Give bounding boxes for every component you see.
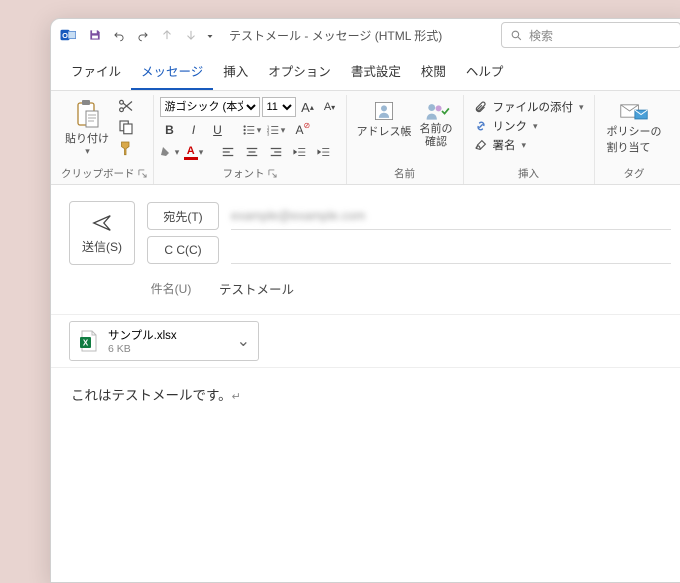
cc-button[interactable]: C C(C) (147, 236, 219, 264)
signature-icon (474, 138, 488, 152)
menu-format[interactable]: 書式設定 (341, 55, 411, 90)
italic-button[interactable]: I (184, 120, 204, 140)
decrease-indent-button[interactable] (290, 142, 310, 162)
search-input[interactable]: 検索 (501, 22, 680, 48)
copy-icon (117, 118, 135, 136)
highlight-icon (160, 145, 174, 159)
message-body[interactable]: これはテストメールです。↵ (51, 368, 680, 420)
assign-policy-button[interactable]: ポリシーの割り当て (601, 97, 668, 157)
dialog-launcher-icon[interactable] (138, 169, 147, 178)
dialog-launcher-icon[interactable] (268, 169, 277, 178)
paste-button[interactable]: 貼り付け ▾ (61, 97, 113, 159)
link-icon (474, 119, 488, 133)
ribbon: 貼り付け ▾ クリップボード 游ゴシック (本文のフ 11 A▴ A▾ (51, 91, 680, 185)
copy-button[interactable] (117, 118, 135, 136)
to-field[interactable]: example@example.com (231, 202, 671, 230)
ribbon-group-font: 游ゴシック (本文のフ 11 A▴ A▾ B I U ▾ 123▾ A⊘ ▾ A… (154, 95, 347, 184)
attach-file-button[interactable]: ファイルの添付▾ (474, 99, 584, 115)
menu-file[interactable]: ファイル (61, 55, 131, 90)
titlebar: O テストメール - メッセージ (HTML 形式) 検索 (51, 19, 680, 51)
menu-options[interactable]: オプション (258, 55, 341, 90)
shrink-font-button[interactable]: A▾ (320, 97, 340, 117)
check-names-icon (422, 99, 450, 123)
send-button[interactable]: 送信(S) (69, 201, 135, 265)
font-color-button[interactable]: A▾ (184, 142, 204, 162)
paintbrush-icon (117, 139, 135, 157)
attachments-area: X サンプル.xlsx 6 KB ⌄ (51, 314, 680, 368)
signature-button[interactable]: 署名▾ (474, 137, 584, 153)
clipboard-icon (74, 99, 100, 129)
qat-customize-button[interactable] (204, 24, 216, 46)
search-placeholder: 検索 (529, 27, 553, 44)
policy-icon (619, 99, 649, 123)
excel-file-icon: X (78, 329, 100, 353)
increase-indent-button[interactable] (314, 142, 334, 162)
subject-label: 件名(U) (135, 280, 207, 297)
menu-help[interactable]: ヘルプ (456, 55, 514, 90)
align-center-button[interactable] (242, 142, 262, 162)
paragraph-mark-icon: ↵ (232, 391, 241, 403)
cc-field[interactable] (231, 236, 671, 264)
ribbon-group-names: アドレス帳 名前の確認 名前 (347, 95, 464, 184)
align-left-button[interactable] (218, 142, 238, 162)
outlook-icon: O (59, 26, 77, 44)
ribbon-group-tags: ポリシーの割り当て タグ (595, 95, 674, 184)
ribbon-group-clipboard: 貼り付け ▾ クリップボード (55, 95, 154, 184)
align-right-button[interactable] (266, 142, 286, 162)
address-book-icon (370, 99, 398, 123)
subject-field[interactable]: テストメール (219, 279, 294, 298)
font-size-select[interactable]: 11 (262, 97, 296, 117)
grow-font-button[interactable]: A▴ (298, 97, 318, 117)
outlook-compose-window: O テストメール - メッセージ (HTML 形式) 検索 ファイル メッセージ… (50, 18, 680, 583)
menubar: ファイル メッセージ 挿入 オプション 書式設定 校閲 ヘルプ (51, 51, 680, 91)
address-book-button[interactable]: アドレス帳 (353, 97, 416, 141)
menu-insert[interactable]: 挿入 (213, 55, 258, 90)
format-painter-button[interactable] (117, 139, 135, 157)
numbering-button[interactable]: 123▾ (266, 120, 286, 140)
font-name-select[interactable]: 游ゴシック (本文のフ (160, 97, 260, 117)
attachment-size: 6 KB (108, 343, 177, 355)
save-button[interactable] (84, 24, 106, 46)
underline-button[interactable]: U (208, 120, 228, 140)
send-icon (91, 212, 113, 234)
chevron-down-icon[interactable]: ⌄ (237, 331, 250, 351)
search-icon (510, 29, 523, 42)
window-title: テストメール - メッセージ (HTML 形式) (229, 27, 442, 44)
menu-message[interactable]: メッセージ (131, 55, 213, 90)
to-button[interactable]: 宛先(T) (147, 202, 219, 230)
prev-item-button[interactable] (156, 24, 178, 46)
cut-button[interactable] (117, 97, 135, 115)
clear-formatting-button[interactable]: A⊘ (290, 120, 310, 140)
next-item-button[interactable] (180, 24, 202, 46)
check-names-button[interactable]: 名前の確認 (416, 97, 457, 150)
chevron-down-icon: ▾ (85, 146, 90, 157)
menu-review[interactable]: 校閲 (411, 55, 456, 90)
undo-button[interactable] (108, 24, 130, 46)
attachment-name: サンプル.xlsx (108, 327, 177, 343)
bullets-button[interactable]: ▾ (242, 120, 262, 140)
bold-button[interactable]: B (160, 120, 180, 140)
highlight-button[interactable]: ▾ (160, 142, 180, 162)
attachment-chip[interactable]: X サンプル.xlsx 6 KB ⌄ (69, 321, 259, 361)
paperclip-icon (474, 100, 488, 114)
svg-text:O: O (62, 31, 68, 40)
redo-button[interactable] (132, 24, 154, 46)
svg-text:X: X (83, 339, 89, 348)
link-button[interactable]: リンク▾ (474, 118, 584, 134)
ribbon-group-include: ファイルの添付▾ リンク▾ 署名▾ 挿入 (464, 95, 595, 184)
svg-text:3: 3 (267, 131, 270, 136)
compose-header: 送信(S) 宛先(T) example@example.com C C(C) 件… (51, 185, 680, 308)
scissors-icon (117, 97, 135, 115)
